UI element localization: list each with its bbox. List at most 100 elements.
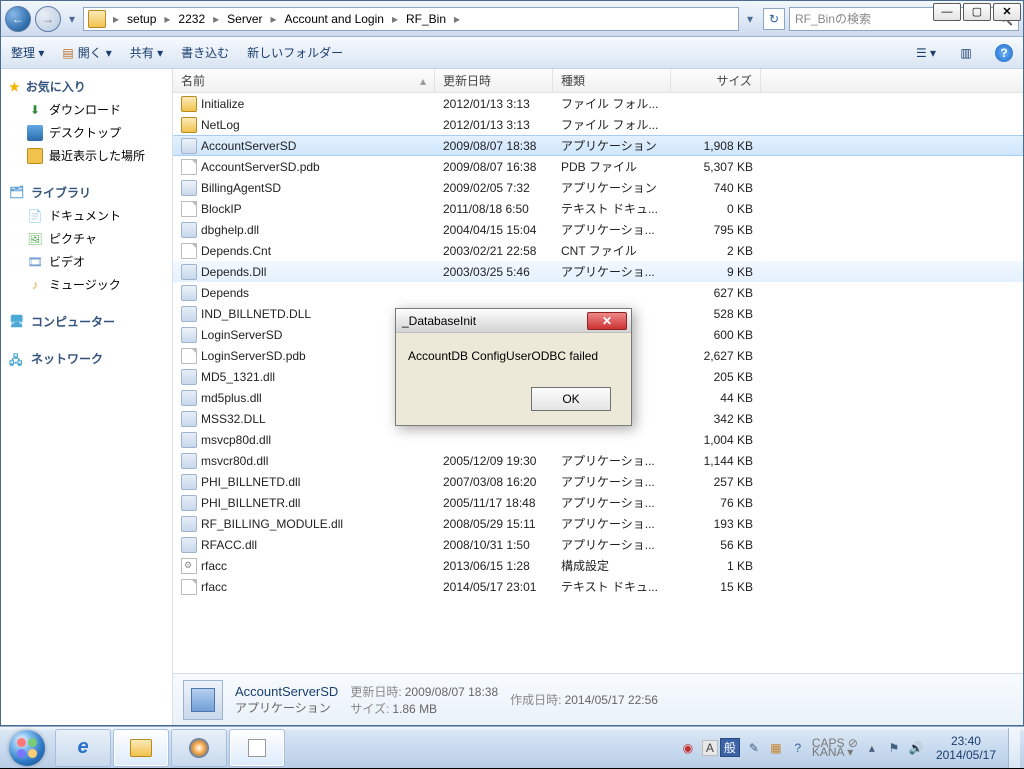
tray-ime-pad-icon[interactable]: ▦ bbox=[768, 740, 784, 756]
file-row[interactable]: BlockIP2011/08/18 6:50テキスト ドキュ...0 KB bbox=[173, 198, 1023, 219]
ie-icon: e bbox=[77, 736, 88, 759]
file-row[interactable]: PHI_BILLNETR.dll2005/11/17 18:48アプリケーショ.… bbox=[173, 492, 1023, 513]
file-row[interactable]: rfacc2013/06/15 1:28構成設定1 KB bbox=[173, 555, 1023, 576]
nav-videos[interactable]: 🎞ビデオ bbox=[1, 250, 172, 273]
file-row[interactable]: RFACC.dll2008/10/31 1:50アプリケーショ...56 KB bbox=[173, 534, 1023, 555]
back-button[interactable]: ← bbox=[5, 6, 31, 32]
file-row[interactable]: NetLog2012/01/13 3:13ファイル フォル... bbox=[173, 114, 1023, 135]
taskbar-clock[interactable]: 23:402014/05/17 bbox=[930, 734, 1002, 762]
refresh-button[interactable]: ↻ bbox=[763, 8, 785, 30]
nav-music[interactable]: ♪ミュージック bbox=[1, 273, 172, 296]
minimize-button[interactable]: — bbox=[933, 3, 961, 21]
file-type-icon bbox=[181, 180, 197, 196]
file-type-icon bbox=[181, 579, 197, 595]
show-desktop-button[interactable] bbox=[1008, 728, 1020, 768]
nav-documents[interactable]: 📄ドキュメント bbox=[1, 204, 172, 227]
dialog-titlebar[interactable]: _DatabaseInit ✕ bbox=[396, 309, 631, 333]
file-row[interactable]: PHI_BILLNETD.dll2007/03/08 16:20アプリケーショ.… bbox=[173, 471, 1023, 492]
view-options-button[interactable]: ☰ ▾ bbox=[915, 42, 937, 64]
file-row[interactable]: Initialize2012/01/13 3:13ファイル フォル... bbox=[173, 93, 1023, 114]
file-size: 342 KB bbox=[671, 412, 761, 426]
videos-icon: 🎞 bbox=[27, 254, 43, 270]
file-size: 15 KB bbox=[671, 580, 761, 594]
file-row[interactable]: msvcr80d.dll2005/12/09 19:30アプリケーショ...1,… bbox=[173, 450, 1023, 471]
dialog-ok-button[interactable]: OK bbox=[531, 387, 611, 411]
address-bar[interactable]: ▸setup▸2232▸Server▸Account and Login▸RF_… bbox=[83, 7, 739, 31]
nav-desktop[interactable]: デスクトップ bbox=[1, 121, 172, 144]
file-row[interactable]: BillingAgentSD2009/02/05 7:32アプリケーション740… bbox=[173, 177, 1023, 198]
taskbar-wmp-button[interactable] bbox=[171, 729, 227, 767]
file-date: 2014/05/17 23:01 bbox=[435, 580, 553, 594]
forward-button[interactable]: → bbox=[35, 6, 61, 32]
window-controls: — ▢ ✕ bbox=[933, 3, 1021, 21]
file-row[interactable]: Depends.Dll2003/03/25 5:46アプリケーショ...9 KB bbox=[173, 261, 1023, 282]
breadcrumb-segment[interactable]: RF_Bin bbox=[403, 11, 449, 27]
nav-recent[interactable]: 最近表示した場所 bbox=[1, 144, 172, 167]
file-row[interactable]: dbghelp.dll2004/04/15 15:04アプリケーショ...795… bbox=[173, 219, 1023, 240]
nav-downloads[interactable]: ⬇ダウンロード bbox=[1, 98, 172, 121]
breadcrumb-segment[interactable]: 2232 bbox=[175, 11, 208, 27]
chevron-right-icon: ▸ bbox=[451, 12, 463, 26]
file-row[interactable]: Depends627 KB bbox=[173, 282, 1023, 303]
file-row[interactable]: msvcp80d.dll 1,004 KB bbox=[173, 429, 1023, 450]
file-name: Depends bbox=[201, 286, 249, 300]
nav-network[interactable]: 🖧ネットワーク bbox=[1, 347, 172, 370]
nav-computer[interactable]: 🖥コンピューター bbox=[1, 310, 172, 333]
col-date[interactable]: 更新日時 bbox=[435, 69, 553, 92]
file-size: 528 KB bbox=[671, 307, 761, 321]
breadcrumb-segment[interactable]: Server bbox=[224, 11, 265, 27]
folder-icon bbox=[88, 10, 106, 28]
tray-flag-icon[interactable]: ⚑ bbox=[886, 740, 902, 756]
col-size[interactable]: サイズ bbox=[671, 69, 761, 92]
ime-caps-indicator[interactable]: CAPS ⊘KANA ▾ bbox=[812, 739, 858, 757]
favorites-header[interactable]: ★お気に入り bbox=[1, 75, 172, 98]
file-row[interactable]: Depends.Cnt2003/02/21 22:58CNT ファイル2 KB bbox=[173, 240, 1023, 261]
file-row[interactable]: AccountServerSD2009/08/07 18:38アプリケーション1… bbox=[173, 135, 1023, 156]
file-row[interactable]: RF_BILLING_MODULE.dll2008/05/29 15:11アプリ… bbox=[173, 513, 1023, 534]
close-button[interactable]: ✕ bbox=[993, 3, 1021, 21]
taskbar-app-button[interactable] bbox=[229, 729, 285, 767]
file-name: md5plus.dll bbox=[201, 391, 262, 405]
share-menu[interactable]: 共有 ▾ bbox=[130, 44, 163, 61]
tray-chevron-icon[interactable]: ▴ bbox=[864, 740, 880, 756]
details-modified: 更新日時: 2009/08/07 18:38サイズ: 1.86 MB bbox=[350, 683, 498, 717]
file-name: IND_BILLNETD.DLL bbox=[201, 307, 311, 321]
file-size: 1,004 KB bbox=[671, 433, 761, 447]
file-type: アプリケーショ... bbox=[553, 473, 671, 490]
breadcrumb-segment[interactable]: Account and Login bbox=[282, 11, 387, 27]
dialog-close-button[interactable]: ✕ bbox=[587, 312, 627, 330]
ime-indicator[interactable]: A般 bbox=[702, 738, 740, 757]
file-type-icon bbox=[181, 264, 197, 280]
col-name[interactable]: 名前▴ bbox=[173, 69, 435, 92]
history-dropdown[interactable]: ▾ bbox=[65, 6, 79, 32]
organize-menu[interactable]: 整理 ▾ bbox=[11, 44, 44, 61]
new-folder-button[interactable]: 新しいフォルダー bbox=[247, 44, 343, 61]
dialog-message: AccountDB ConfigUserODBC failed bbox=[408, 349, 619, 363]
breadcrumb-segment[interactable]: setup bbox=[124, 11, 159, 27]
preview-pane-button[interactable]: ▥ bbox=[955, 42, 977, 64]
tray-volume-icon[interactable]: 🔊 bbox=[908, 740, 924, 756]
libraries-header[interactable]: 🗂ライブラリ bbox=[1, 181, 172, 204]
tray-ime-tool-icon[interactable]: ✎ bbox=[746, 740, 762, 756]
documents-icon: 📄 bbox=[27, 208, 43, 224]
file-type: テキスト ドキュ... bbox=[553, 200, 671, 217]
burn-button[interactable]: 書き込む bbox=[181, 44, 229, 61]
file-name: MD5_1321.dll bbox=[201, 370, 275, 384]
file-name: msvcp80d.dll bbox=[201, 433, 271, 447]
file-row[interactable]: rfacc2014/05/17 23:01テキスト ドキュ...15 KB bbox=[173, 576, 1023, 597]
taskbar-ie-button[interactable]: e bbox=[55, 729, 111, 767]
maximize-button[interactable]: ▢ bbox=[963, 3, 991, 21]
start-button[interactable] bbox=[0, 727, 54, 769]
taskbar-explorer-button[interactable] bbox=[113, 729, 169, 767]
file-size: 795 KB bbox=[671, 223, 761, 237]
file-size: 1,144 KB bbox=[671, 454, 761, 468]
nav-pictures[interactable]: 🖼ピクチャ bbox=[1, 227, 172, 250]
help-icon[interactable]: ? bbox=[995, 44, 1013, 62]
file-row[interactable]: AccountServerSD.pdb2009/08/07 16:38PDB フ… bbox=[173, 156, 1023, 177]
tray-notification-icon[interactable]: ◉ bbox=[680, 740, 696, 756]
address-dropdown[interactable]: ▾ bbox=[743, 6, 757, 32]
open-button[interactable]: ▤開く▾ bbox=[62, 44, 111, 61]
col-type[interactable]: 種類 bbox=[553, 69, 671, 92]
tray-ime-help-icon[interactable]: ? bbox=[790, 740, 806, 756]
network-icon: 🖧 bbox=[9, 351, 25, 367]
